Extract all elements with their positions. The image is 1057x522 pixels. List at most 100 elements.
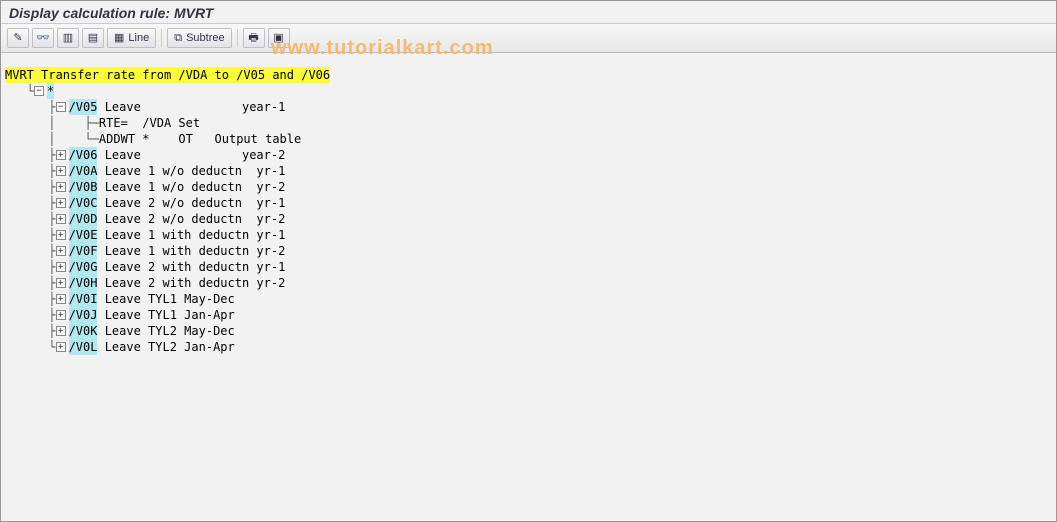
tree-connector: ├ [5,195,56,211]
wage-type-code[interactable]: /V0C [69,195,98,211]
wage-type-desc: Leave 2 with deductn yr-1 [97,259,285,275]
wage-type-code[interactable]: /V0G [69,259,98,275]
tree-connector: ├ [5,211,56,227]
expand-icon[interactable]: + [56,262,66,272]
print-button[interactable]: 🖶 [243,28,265,48]
wage-type-code[interactable]: /V0J [69,307,98,323]
wage-type-desc: Leave 1 with deductn yr-2 [97,243,285,259]
tree-item-row: ├+/V0F Leave 1 with deductn yr-2 [5,243,1052,259]
wage-type-code[interactable]: /V0B [69,179,98,195]
wage-type-desc: Leave TYL2 May-Dec [97,323,234,339]
operation-text: RTE= /VDA Set [99,115,200,131]
tree-connector: ├ [5,163,56,179]
expand-icon[interactable]: + [56,246,66,256]
tree-connector: ├ [5,243,56,259]
tree-item-row: ├+/V0B Leave 1 w/o deductn yr-2 [5,179,1052,195]
wage-type-desc: Leave 1 with deductn yr-1 [97,227,285,243]
expand-icon[interactable]: + [56,198,66,208]
expand-icon[interactable]: + [56,150,66,160]
wage-type-code[interactable]: /V0F [69,243,98,259]
title-bar: Display calculation rule: MVRT [1,1,1056,24]
toggle-edit-button[interactable]: ✎ [7,28,29,48]
pencil-icon: ✎ [13,33,22,44]
tree-item-row: ├+/V0A Leave 1 w/o deductn yr-1 [5,163,1052,179]
expand-icon[interactable]: + [56,294,66,304]
tree-item-row: ├+/V0D Leave 2 w/o deductn yr-2 [5,211,1052,227]
wage-type-desc: Leave 2 with deductn yr-2 [97,275,285,291]
tree-root-row: MVRT Transfer rate from /VDA to /V05 and… [5,67,1052,83]
expand-icon[interactable]: + [56,342,66,352]
line-button[interactable]: ▦ Line [107,28,156,48]
tree-child-row: │ └─ADDWT * OT Output table [5,131,1052,147]
layers-button[interactable]: ▣ [268,28,290,48]
tree-area: MVRT Transfer rate from /VDA to /V05 and… [1,53,1056,359]
expand-button[interactable]: ▥ [57,28,79,48]
operation-text: ADDWT * OT Output table [99,131,301,147]
wage-type-code[interactable]: /V0I [69,291,98,307]
expand-icon[interactable]: + [56,182,66,192]
display-button[interactable]: 👓 [32,28,54,48]
page-title: Display calculation rule: MVRT [9,5,213,21]
wage-type-code[interactable]: /V0E [69,227,98,243]
tree-connector: ├ [5,99,56,115]
wage-type-desc: Leave TYL1 Jan-Apr [97,307,234,323]
wage-type-desc: Leave TYL2 Jan-Apr [97,339,234,355]
tree-item-row: ├+/V06 Leave year-2 [5,147,1052,163]
wage-type-code[interactable]: /V0L [69,339,98,355]
tree-connector: │ └─ [5,131,99,147]
toolbar-separator [161,29,162,47]
tree-connector: ├ [5,179,56,195]
wage-type-desc: Leave 1 w/o deductn yr-1 [97,163,285,179]
tree-item-row: ├+/V0G Leave 2 with deductn yr-1 [5,259,1052,275]
tree-connector: └ [5,339,56,355]
subtree-label: Subtree [186,32,225,44]
tree-item-row: ├+/V0E Leave 1 with deductn yr-1 [5,227,1052,243]
tree-connector: └ [5,83,34,99]
expand-icon[interactable]: − [34,86,44,96]
toolbar: ✎ 👓 ▥ ▤ ▦ Line ⧉ Subtree 🖶 ▣ [1,24,1056,53]
subtree-button[interactable]: ⧉ Subtree [167,28,231,48]
expand-icon[interactable]: + [56,214,66,224]
box1-icon: ▥ [63,33,73,44]
wage-type-desc: Leave TYL1 May-Dec [97,291,234,307]
wage-type-desc: Leave 1 w/o deductn yr-2 [97,179,285,195]
box2-icon: ▤ [88,33,98,44]
wage-type-desc: Leave 2 w/o deductn yr-2 [97,211,285,227]
wage-type-code[interactable]: /V0D [69,211,98,227]
root-code[interactable]: MVRT [5,67,34,83]
expand-icon[interactable]: + [56,230,66,240]
tree-item-row: ├+/V0K Leave TYL2 May-Dec [5,323,1052,339]
tree-star-row: └−* [5,83,1052,99]
grid-icon: ▦ [114,33,124,44]
root-desc: Transfer rate from /VDA to /V05 and /V06 [34,67,330,83]
tree-item-row: ├+/V0I Leave TYL1 May-Dec [5,291,1052,307]
star-node[interactable]: * [47,83,54,99]
collapse-button[interactable]: ▤ [82,28,104,48]
wage-type-code[interactable]: /V0K [69,323,98,339]
expand-icon[interactable]: + [56,326,66,336]
tree-connector: ├ [5,259,56,275]
print-icon: 🖶 [248,33,258,44]
tree-connector: │ ├─ [5,115,99,131]
tree-item-row: └+/V0L Leave TYL2 Jan-Apr [5,339,1052,355]
wage-type-code[interactable]: /V05 [69,99,98,115]
expand-icon[interactable]: + [56,310,66,320]
tree-item-row: ├−/V05 Leave year-1 [5,99,1052,115]
line-label: Line [128,32,149,44]
wage-type-desc: Leave year-1 [97,99,285,115]
tree-item-row: ├+/V0J Leave TYL1 Jan-Apr [5,307,1052,323]
tree-connector: ├ [5,291,56,307]
tree-connector: ├ [5,227,56,243]
wage-type-desc: Leave 2 w/o deductn yr-1 [97,195,285,211]
expand-icon[interactable]: + [56,166,66,176]
wage-type-code[interactable]: /V06 [69,147,98,163]
wage-type-code[interactable]: /V0H [69,275,98,291]
wage-type-desc: Leave year-2 [97,147,285,163]
expand-icon[interactable]: − [56,102,66,112]
tree-child-row: │ ├─RTE= /VDA Set [5,115,1052,131]
layers-icon: ▣ [273,33,283,44]
expand-icon[interactable]: + [56,278,66,288]
wage-type-code[interactable]: /V0A [69,163,98,179]
tree-item-row: ├+/V0H Leave 2 with deductn yr-2 [5,275,1052,291]
tree-connector: ├ [5,323,56,339]
